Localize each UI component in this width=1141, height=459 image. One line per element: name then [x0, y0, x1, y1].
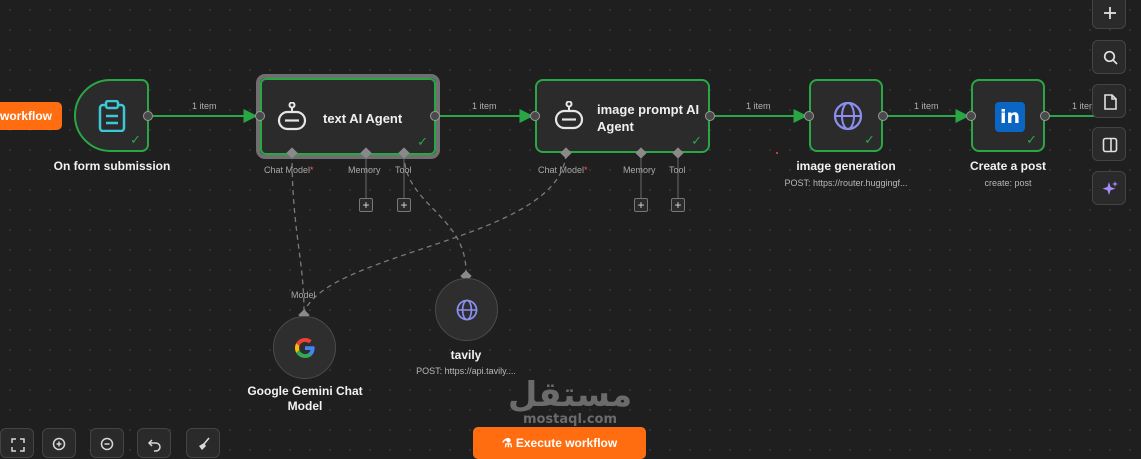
zoom-in-icon	[52, 437, 66, 451]
tavily-label: tavily	[450, 348, 482, 362]
edge-label-item-count: 1 item	[192, 101, 217, 111]
sparkle-icon	[1102, 181, 1118, 195]
input-port[interactable]	[530, 111, 540, 121]
search-icon	[1103, 50, 1118, 65]
add-tool-button[interactable]: +	[671, 198, 685, 212]
watermark-text: مستقل	[507, 375, 633, 415]
google-gemini-label: Google Gemini Chat Model	[247, 384, 363, 413]
output-port[interactable]	[1040, 111, 1050, 121]
form-trigger-node[interactable]: ✓	[74, 79, 149, 152]
robot-icon	[554, 101, 584, 130]
sticky-note-button[interactable]	[1092, 84, 1126, 118]
tavily-node[interactable]	[435, 278, 498, 341]
chat-model-port-label: Chat Model*	[264, 165, 314, 175]
input-port[interactable]	[804, 111, 814, 121]
edge-label-item-count: 1 item	[746, 101, 771, 111]
linkedin-icon: in	[995, 102, 1025, 132]
memory-port-label: Memory	[348, 165, 381, 175]
zoom-in-button[interactable]	[42, 428, 76, 458]
success-check-icon: ✓	[864, 132, 875, 147]
connection-tavily-to-text-agent	[403, 153, 467, 273]
globe-icon	[456, 299, 478, 321]
undo-button[interactable]	[137, 428, 171, 458]
plus-icon	[1104, 7, 1116, 19]
broom-icon	[199, 437, 210, 450]
fit-icon	[11, 438, 25, 452]
linkedin-subtitle: create: post	[984, 178, 1032, 188]
zoom-out-icon	[100, 437, 114, 451]
connection-gemini-to-image-agent	[303, 153, 567, 313]
success-check-icon: ✓	[1026, 132, 1037, 147]
tool-port-label: Tool	[669, 165, 686, 175]
linkedin-label: Create a post	[969, 159, 1047, 173]
image-prompt-ai-agent-node[interactable]: image prompt AI Agent ✓	[535, 79, 710, 153]
linkedin-node[interactable]: in ✓	[971, 79, 1045, 152]
image-generation-label: image generation	[796, 159, 896, 173]
google-icon	[295, 338, 315, 358]
edge-label-item-count: 1 item	[914, 101, 939, 111]
clipboard-icon	[98, 100, 126, 132]
watermark: مستقل mostaql.com	[490, 378, 650, 427]
image-generation-node[interactable]: ✓	[809, 79, 883, 152]
workflow-button[interactable]: workflow	[0, 102, 62, 130]
output-port[interactable]	[705, 111, 715, 121]
execute-workflow-label: Execute workflow	[515, 436, 618, 450]
success-check-icon: ✓	[130, 132, 141, 147]
memory-port-label: Memory	[623, 165, 656, 175]
edge-label-item-count: 1 item	[472, 101, 497, 111]
tool-port-label: Tool	[395, 165, 412, 175]
flask-icon: ⚗	[501, 436, 513, 450]
search-nodes-button[interactable]	[1092, 40, 1126, 74]
ai-assistant-button[interactable]	[1092, 171, 1126, 205]
success-check-icon: ✓	[417, 134, 428, 149]
image-generation-subtitle: POST: https://router.huggingf...	[784, 178, 908, 188]
output-port[interactable]	[143, 111, 153, 121]
robot-icon	[277, 102, 307, 131]
input-port[interactable]	[966, 111, 976, 121]
undo-icon	[147, 439, 161, 452]
panel-icon	[1102, 137, 1118, 153]
text-ai-agent-title: text AI Agent	[323, 111, 403, 126]
globe-icon	[833, 101, 863, 131]
note-icon	[1104, 94, 1117, 110]
form-trigger-label: On form submission	[53, 159, 171, 173]
output-port[interactable]	[430, 111, 440, 121]
success-check-icon: ✓	[691, 133, 702, 148]
model-port-label: Model	[291, 290, 316, 300]
execute-workflow-button[interactable]: ⚗ Execute workflow	[473, 427, 646, 459]
input-port[interactable]	[255, 111, 265, 121]
connection-gemini-to-text-agent	[291, 153, 305, 313]
add-memory-button[interactable]: +	[359, 198, 373, 212]
workflow-button-label: workflow	[0, 109, 53, 123]
text-ai-agent-node[interactable]: text AI Agent ✓	[256, 74, 440, 159]
google-gemini-node[interactable]	[273, 316, 336, 379]
image-prompt-ai-agent-title: image prompt AI Agent	[597, 102, 700, 134]
output-port[interactable]	[878, 111, 888, 121]
add-memory-button[interactable]: +	[634, 198, 648, 212]
zoom-out-button[interactable]	[90, 428, 124, 458]
chat-model-port-label: Chat Model*	[538, 165, 588, 175]
toggle-panel-button[interactable]	[1092, 127, 1126, 161]
add-tool-button[interactable]: +	[397, 198, 411, 212]
tidy-up-button[interactable]	[186, 428, 220, 458]
fit-view-button[interactable]	[0, 428, 34, 458]
add-node-button[interactable]	[1092, 0, 1126, 29]
